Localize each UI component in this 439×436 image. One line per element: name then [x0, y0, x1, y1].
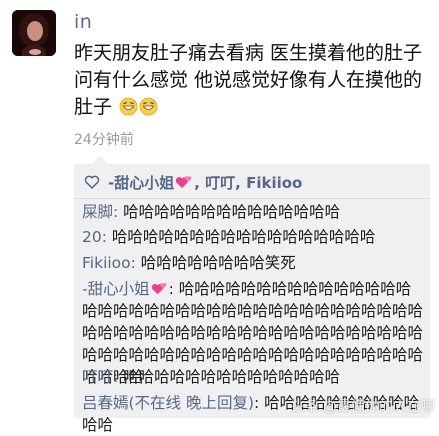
like-user-1[interactable]: -甜心小姐	[108, 172, 174, 193]
comment-author[interactable]: 20:	[82, 228, 107, 246]
comment-author[interactable]: -甜心小姐	[82, 280, 150, 298]
comment-item[interactable]: 屎脚: 哈哈哈哈哈哈哈哈哈哈哈哈哈哈	[82, 201, 426, 223]
comment-author[interactable]: 吕春嫣(不在线 晚上回复)	[82, 394, 254, 412]
comment-item[interactable]: Fikiioo: 哈哈哈哈哈哈哈哈笑死	[82, 252, 426, 274]
comment-text: 哈哈哈哈哈哈哈哈哈哈哈哈哈哈	[118, 203, 341, 221]
comment-box-pointer	[92, 156, 108, 164]
comment-text: 哈哈哈哈哈哈哈哈哈哈哈哈哈哈哈哈哈	[106, 228, 376, 246]
comment-author[interactable]: Fikiioo:	[82, 254, 136, 272]
comment-text: 哈哈哈哈哈哈哈哈笑死	[135, 254, 296, 272]
comment-item[interactable]: 20: 哈哈哈哈哈哈哈哈哈哈哈哈哈哈哈哈哈	[82, 226, 426, 248]
avatar[interactable]	[12, 10, 56, 56]
watermark: 头条 @最懂你的人在哪	[290, 399, 435, 415]
post-username[interactable]: in	[74, 10, 92, 34]
comment-item[interactable]: 叮叮: 哈哈哈哈哈哈哈哈哈哈哈哈哈哈	[82, 366, 426, 388]
likes-divider	[74, 198, 430, 199]
pink-hearts-icon	[176, 176, 192, 188]
post-text: 昨天朋友肚子痛去看病 医生摸着他的肚子问有什么感觉 他说感觉好像有人在摸他的肚子	[74, 40, 434, 121]
like-users-rest[interactable]: , 叮叮, Fikiioo	[194, 172, 302, 193]
comment-author[interactable]: 屎脚:	[82, 203, 118, 221]
likes-row: -甜心小姐 , 叮叮, Fikiioo	[84, 170, 302, 194]
grin-sweat-icon	[119, 97, 138, 116]
heart-outline-icon	[84, 175, 100, 189]
post-timestamp: 24分钟前	[74, 132, 134, 148]
comment-text: 哈哈哈哈哈哈哈哈哈哈哈哈哈哈	[118, 368, 341, 386]
comment-box: -甜心小姐 , 叮叮, Fikiioo 屎脚: 哈哈哈哈哈哈哈哈哈哈哈哈哈哈 2…	[74, 164, 430, 434]
comment-author[interactable]: 叮叮:	[82, 368, 118, 386]
grin-sweat-icon	[139, 97, 158, 116]
pink-hearts-icon	[151, 283, 166, 295]
